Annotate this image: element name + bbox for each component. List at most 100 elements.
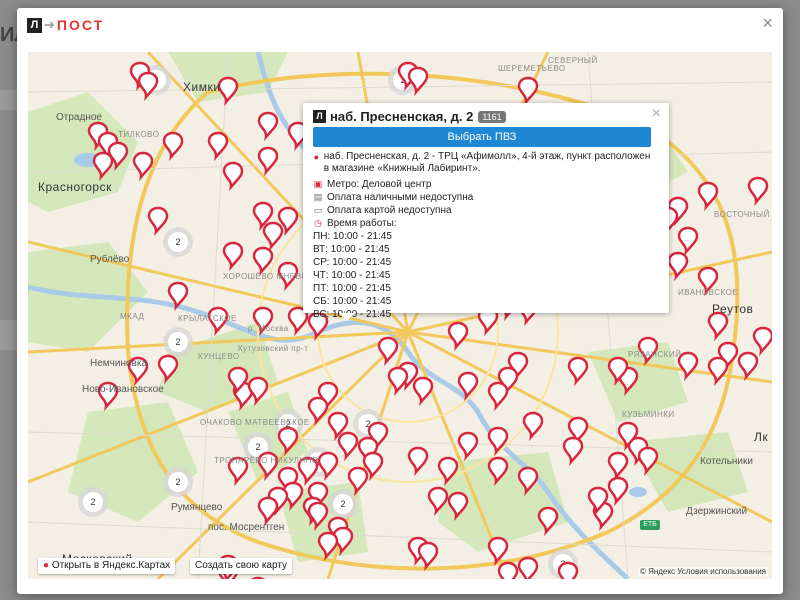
pickup-point-marker[interactable] (249, 576, 267, 579)
cluster-count: 2 (340, 499, 345, 509)
popup-tail (339, 313, 355, 321)
cluster-count: 2 (90, 497, 95, 507)
popup-close-icon[interactable]: × (652, 105, 661, 123)
modal-header: Л ➔ ПОСТ × (17, 8, 783, 44)
pickup-cluster[interactable]: 2 (163, 467, 193, 497)
pickup-point-marker[interactable] (207, 131, 229, 162)
create-map-button[interactable]: Создать свою карту (190, 558, 293, 574)
popup-metro: ▣ Метро: Деловой центр (313, 179, 432, 190)
pickup-point-marker[interactable] (487, 381, 509, 412)
map-label-mosrentgen: пос. Мосрентген (208, 522, 285, 533)
pickup-point-marker[interactable] (417, 541, 439, 572)
pickup-point-marker[interactable] (407, 446, 429, 477)
clock-icon: ◷ (314, 218, 322, 228)
map-label-tilkovo: ТИЛКОВО (118, 130, 160, 139)
popup-hours-label: ◷ Время работы: (313, 218, 397, 229)
map-label-moskva-river: р. Москва (248, 324, 289, 333)
pickup-point-marker[interactable] (567, 356, 589, 387)
pickup-point-marker[interactable] (752, 326, 772, 357)
popup-title: Л наб. Пресненская, д. 2 1161 (313, 109, 506, 124)
pickup-point-marker[interactable] (257, 111, 279, 142)
pickup-point-marker[interactable] (557, 561, 579, 579)
pickup-point-marker[interactable] (257, 496, 279, 527)
pickup-point-marker[interactable] (387, 366, 409, 397)
pickup-map-modal: Л ➔ ПОСТ × 2 2 2 2 2 2 2 2 Химки Красног… (17, 8, 783, 594)
map-label-ivanovskoe: ИВАНОВСКОЕ (678, 288, 739, 297)
pickup-cluster[interactable]: 2 (328, 489, 358, 519)
pickup-point-marker[interactable] (497, 561, 519, 579)
map-copyright: © Яндекс Условия использования (637, 567, 768, 576)
logo-mark-icon: Л (313, 110, 326, 123)
card-icon: ▭ (313, 205, 323, 215)
pickup-point-marker[interactable] (457, 431, 479, 462)
schedule-day: СР: 10:00 - 21:45 (313, 257, 392, 268)
popup-cash-text: Оплата наличными недоступна (327, 192, 474, 203)
logo-word: ПОСТ (56, 17, 105, 33)
pickup-point-marker[interactable] (747, 176, 769, 207)
cluster-count: 2 (175, 237, 180, 247)
pickup-cluster[interactable]: 2 (163, 227, 193, 257)
pickup-point-marker[interactable] (337, 431, 359, 462)
popup-card: ▭ Оплата картой недоступна (313, 205, 452, 216)
pickup-point-marker[interactable] (677, 351, 699, 382)
map-label-khimki: Химки (183, 80, 221, 94)
pickup-point-marker[interactable] (522, 411, 544, 442)
logo-arrow-icon: ➔ (44, 17, 55, 32)
popup-address: ● наб. Пресненская, д. 2 - ТРЦ «Афимолл»… (313, 151, 653, 175)
cash-icon: ▤ (313, 192, 323, 202)
location-pin-icon: ● (313, 152, 320, 162)
schedule-day: СБ: 10:00 - 21:45 (313, 296, 392, 307)
pickup-point-marker[interactable] (707, 311, 729, 342)
map-label-novoivankovskoe: Ново-Ивановское (82, 384, 164, 395)
pickup-point-marker[interactable] (252, 246, 274, 277)
pickup-point-marker[interactable] (247, 376, 269, 407)
map-label-krylatskoe: КРЫЛАТСКОЕ (178, 314, 237, 323)
popup-metro-text: Метро: Деловой центр (327, 179, 432, 190)
open-in-yandex-label: Открыть в Яндекс.Картах (51, 560, 171, 571)
open-in-yandex-button[interactable]: ● Открыть в Яндекс.Картах (38, 558, 176, 574)
pickup-point-marker[interactable] (707, 356, 729, 387)
close-icon[interactable]: × (762, 13, 773, 34)
pickup-point-marker[interactable] (607, 476, 629, 507)
pickup-point-marker[interactable] (677, 226, 699, 257)
pickup-point-marker[interactable] (307, 396, 329, 427)
map-label-kuzminki: КУЗЬМИНКИ (622, 410, 675, 419)
pickup-point-marker[interactable] (517, 76, 539, 107)
pickup-point-marker[interactable] (412, 376, 434, 407)
map-label-lk: Лк (754, 430, 769, 444)
pickup-point-marker[interactable] (517, 556, 539, 579)
schedule-day: ВТ: 10:00 - 21:45 (313, 244, 390, 255)
map-label-otradnoe: Отрадное (56, 112, 102, 123)
pickup-point-marker[interactable] (262, 221, 284, 252)
pickup-point-marker[interactable] (257, 146, 279, 177)
map-label-rublevo: Рублёво (90, 254, 130, 265)
road-badge: ЕТБ (640, 520, 660, 530)
pickup-point-marker[interactable] (147, 206, 169, 237)
pickup-point-marker[interactable] (162, 131, 184, 162)
map-label-krasnogorsk: Красногорск (38, 180, 112, 194)
pickup-point-marker[interactable] (222, 241, 244, 272)
pickup-point-marker[interactable] (697, 181, 719, 212)
pickup-point-marker[interactable] (562, 436, 584, 467)
pickup-point-marker[interactable] (607, 451, 629, 482)
pickup-point-marker[interactable] (447, 321, 469, 352)
pickup-point-marker[interactable] (222, 161, 244, 192)
pickup-point-marker[interactable] (737, 351, 759, 382)
popup-title-text: наб. Пресненская, д. 2 (330, 109, 474, 124)
map-label-kuntsevo: КУНЦЕВО (198, 352, 240, 361)
yandex-pin-icon: ● (43, 560, 50, 571)
map-label-kutuzovsky: Кутузовский пр-т (238, 344, 309, 353)
select-pickup-button[interactable]: Выбрать ПВЗ (313, 127, 651, 147)
logo: Л ➔ ПОСТ (27, 17, 104, 33)
map-label-vostochny: ВОСТОЧНЫЙ (714, 210, 770, 219)
cluster-count: 2 (175, 337, 180, 347)
schedule-day: ПН: 10:00 - 21:45 (313, 231, 392, 242)
cluster-count: 2 (175, 477, 180, 487)
pickup-point-marker[interactable] (487, 536, 509, 567)
pickup-cluster[interactable]: 2 (163, 327, 193, 357)
popup-badge: 1161 (478, 110, 506, 123)
pickup-point-popup: Л наб. Пресненская, д. 2 1161 × Выбрать … (303, 103, 669, 321)
map-view[interactable]: 222222222222 Химки Красногорск Реутов Мо… (28, 52, 772, 579)
pickup-cluster[interactable]: 2 (78, 487, 108, 517)
popup-hours-label-text: Время работы: (327, 218, 397, 229)
